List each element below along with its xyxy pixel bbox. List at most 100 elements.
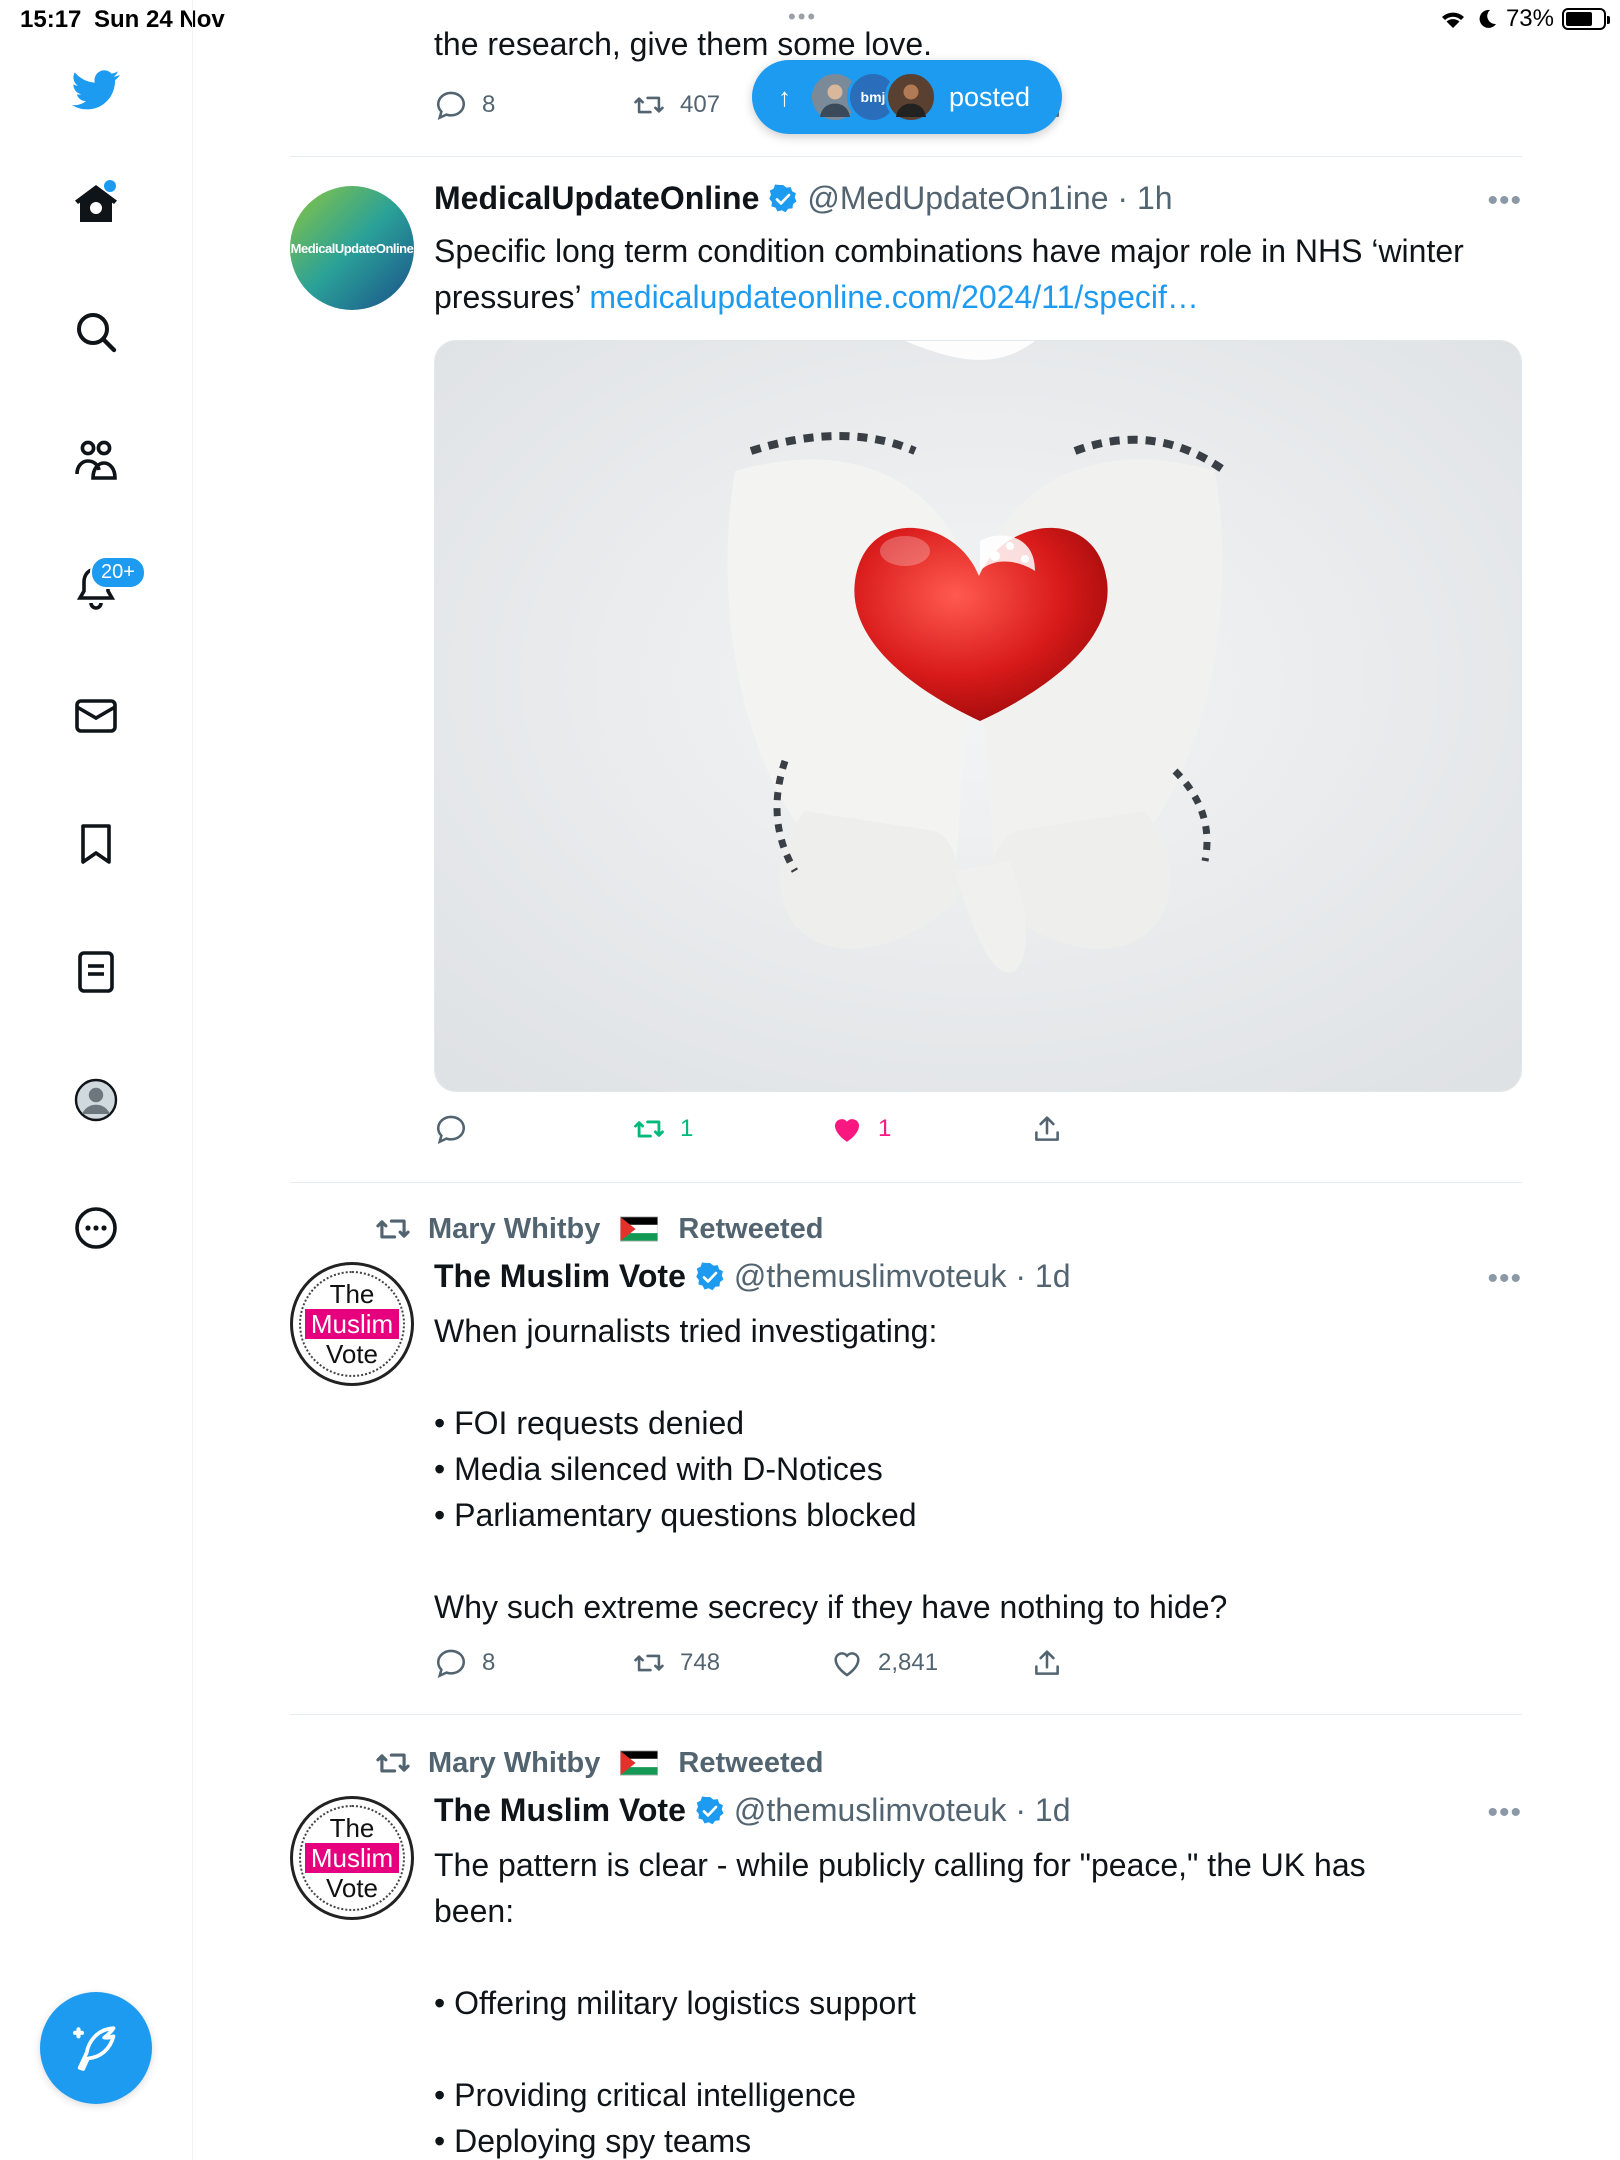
retweet-icon	[376, 1753, 410, 1773]
verified-badge-icon	[696, 1795, 724, 1824]
new-posts-pill[interactable]: ↑ bmj posted	[752, 60, 1062, 134]
battery-icon	[1562, 8, 1610, 30]
tweet-line: been:	[434, 1893, 515, 1929]
verified-badge-icon	[769, 183, 797, 212]
avatar-the-muslim-vote[interactable]: The Muslim Vote	[290, 1262, 414, 1386]
tweet-line: • Offering military logistics support	[434, 1985, 916, 2021]
display-name[interactable]: MedicalUpdateOnline	[434, 180, 759, 217]
reply-button[interactable]: 8	[434, 88, 495, 122]
reply-button[interactable]: 8	[434, 1646, 495, 1680]
messages-icon[interactable]	[60, 680, 132, 752]
timeline-feed: the research, give them some love. 8 407…	[290, 0, 1522, 2160]
avatar-medicalupdateonline[interactable]: MedicalUpdateOnline	[290, 186, 414, 310]
divider	[290, 156, 1522, 157]
reply-count: 8	[482, 1649, 496, 1676]
tweet-line: Why such extreme secrecy if they have no…	[434, 1589, 1228, 1625]
tweet-text: The pattern is clear - while publicly ca…	[434, 1842, 1494, 2160]
palestine-flag-icon	[620, 1216, 659, 1242]
reply-button[interactable]	[434, 1112, 468, 1146]
retweeter-name[interactable]: Mary Whitby	[428, 1747, 600, 1780]
like-button[interactable]: 1	[830, 1112, 891, 1146]
retweet-button[interactable]: 748	[632, 1646, 720, 1680]
avatar-ring	[299, 1271, 405, 1377]
mittens-heart-image	[435, 341, 1521, 1091]
previous-tweet-text: the research, give them some love.	[434, 26, 933, 62]
notifications-badge: 20+	[90, 556, 146, 589]
divider	[290, 1182, 1522, 1183]
handle[interactable]: @themuslimvoteuk	[734, 1258, 1007, 1295]
more-options-icon[interactable]: •••	[1487, 184, 1522, 218]
retweet-count: 1	[680, 1115, 694, 1142]
share-button[interactable]	[1030, 1112, 1064, 1146]
separator: ·	[1006, 1792, 1035, 1828]
timestamp[interactable]: 1h	[1137, 180, 1173, 217]
more-options-icon[interactable]	[60, 1192, 132, 1264]
twitter-logo-icon[interactable]	[60, 54, 132, 126]
retweet-button[interactable]: 407	[632, 88, 720, 122]
timestamp[interactable]: 1d	[1035, 1258, 1071, 1295]
tweet-text: Specific long term condition combination…	[434, 228, 1494, 320]
lists-icon[interactable]	[60, 936, 132, 1008]
tweet-link[interactable]: medicalupdateonline.com/2024/11/specif…	[589, 279, 1199, 315]
retweeter-name[interactable]: Mary Whitby	[428, 1213, 600, 1246]
timestamp[interactable]: 1d	[1035, 1792, 1071, 1829]
tweet-header: MedicalUpdateOnline @MedUpdateOn1ine · 1…	[434, 180, 1173, 217]
tweet-line: The pattern is clear - while publicly ca…	[434, 1847, 1366, 1883]
handle[interactable]: @MedUpdateOn1ine	[807, 180, 1108, 217]
posted-avatar	[885, 71, 937, 123]
display-name[interactable]: The Muslim Vote	[434, 1258, 686, 1295]
battery-fill	[1566, 12, 1593, 26]
tweet-line: • Providing critical intelligence	[434, 2077, 857, 2113]
separator: ·	[1006, 1258, 1035, 1294]
like-button[interactable]: 2,841	[830, 1646, 938, 1680]
compose-tweet-button[interactable]	[40, 1992, 152, 2104]
bookmark-icon[interactable]	[60, 808, 132, 880]
tweet-line: • Media silenced with D-Notices	[434, 1451, 883, 1487]
display-name[interactable]: The Muslim Vote	[434, 1792, 686, 1829]
tweet-line: • Parliamentary questions blocked	[434, 1497, 917, 1533]
avatar-the-muslim-vote[interactable]: The Muslim Vote	[290, 1796, 414, 1920]
tweet-line: When journalists tried investigating:	[434, 1313, 938, 1349]
like-count: 2,841	[878, 1649, 939, 1676]
retweeted-by-line: Mary Whitby Retweeted	[374, 1210, 823, 1248]
avatar-text: MedicalUpdateOnline	[290, 240, 414, 256]
retweet-icon	[634, 96, 664, 114]
retweeted-by-line: Mary Whitby Retweeted	[374, 1744, 823, 1782]
sidebar: 20+	[0, 0, 193, 2160]
share-icon	[1035, 1650, 1059, 1675]
retweet-count: 748	[680, 1649, 721, 1676]
share-icon	[1035, 1116, 1059, 1141]
profile-avatar-icon[interactable]	[60, 1064, 132, 1136]
palestine-flag-icon	[620, 1750, 659, 1776]
tweet-line: • FOI requests denied	[434, 1405, 745, 1441]
retweet-icon	[376, 1219, 410, 1239]
reply-icon	[436, 91, 466, 121]
heart-outline-icon	[834, 1652, 860, 1677]
like-count: 1	[878, 1115, 892, 1142]
more-options-icon[interactable]: •••	[1487, 1796, 1522, 1830]
search-icon[interactable]	[60, 296, 132, 368]
verified-badge-icon	[696, 1261, 724, 1290]
heart-filled-icon	[834, 1119, 860, 1142]
retweet-button[interactable]: 1	[632, 1112, 693, 1146]
avatar-ring	[299, 1805, 405, 1911]
more-options-icon[interactable]: •••	[1487, 1262, 1522, 1296]
tweet-text: When journalists tried investigating: • …	[434, 1308, 1494, 1630]
retweeted-label: Retweeted	[678, 1746, 824, 1779]
share-button[interactable]	[1030, 1646, 1064, 1680]
tweet-media-image[interactable]	[434, 340, 1522, 1092]
reply-icon	[436, 1115, 466, 1145]
reply-count: 8	[482, 91, 496, 118]
home-icon[interactable]	[60, 168, 132, 240]
notifications-bell-icon[interactable]: 20+	[60, 552, 146, 624]
reply-icon	[436, 1649, 466, 1679]
communities-icon[interactable]	[60, 424, 132, 496]
tweet-header: The Muslim Vote @themuslimvoteuk · 1d	[434, 1258, 1070, 1295]
home-new-dot	[104, 180, 116, 192]
handle[interactable]: @themuslimvoteuk	[734, 1792, 1007, 1829]
retweeted-label: Retweeted	[678, 1212, 824, 1245]
